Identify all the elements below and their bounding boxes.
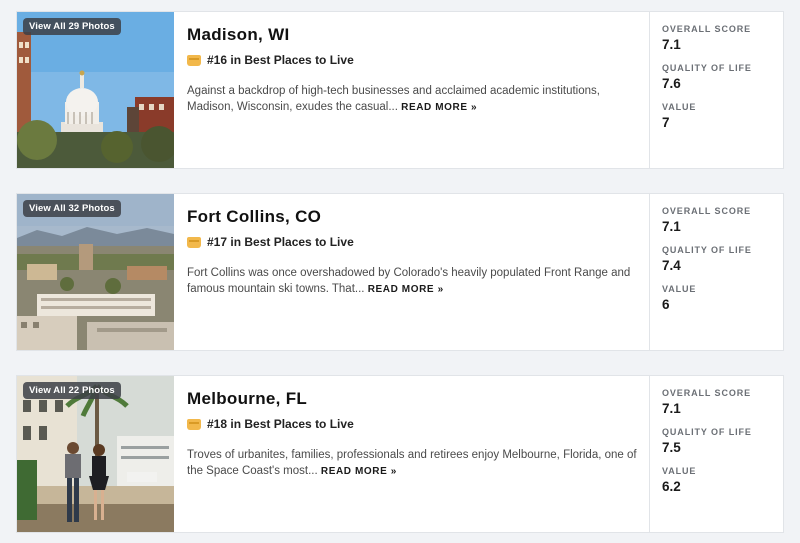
city-description: Against a backdrop of high-tech business… — [187, 83, 637, 116]
view-all-photos-button[interactable]: View All 29 Photos — [23, 18, 121, 35]
view-all-photos-button[interactable]: View All 32 Photos — [23, 200, 121, 217]
ranking: #16 in Best Places to Live — [187, 53, 637, 67]
melbourne-waterfront-photo — [17, 376, 174, 532]
overall-score-label: OVERALL SCORE — [662, 206, 752, 216]
city-details: Fort Collins, CO #17 in Best Places to L… — [174, 194, 650, 350]
value-score-value: 7 — [662, 115, 670, 130]
city-card: View All 29 Photos Madison, WI #16 in Be… — [16, 11, 784, 169]
city-description: Troves of urbanites, families, professio… — [187, 447, 637, 480]
view-all-photos-button[interactable]: View All 22 Photos — [23, 382, 121, 399]
overall-score-value: 7.1 — [662, 37, 681, 52]
medal-icon — [187, 236, 201, 248]
madison-capitol-photo — [17, 12, 174, 168]
value-score-value: 6 — [662, 297, 670, 312]
city-name-link[interactable]: Madison, WI — [187, 25, 637, 45]
quality-of-life-value: 7.5 — [662, 440, 681, 455]
city-details: Madison, WI #16 in Best Places to Live A… — [174, 12, 650, 168]
description-text: Against a backdrop of high-tech business… — [187, 85, 600, 113]
value-label: VALUE — [662, 102, 697, 112]
overall-score-label: OVERALL SCORE — [662, 388, 752, 398]
city-card: View All 22 Photos Melbourne, FL #18 in … — [16, 375, 784, 533]
description-text: Troves of urbanites, families, professio… — [187, 449, 637, 477]
quality-of-life-label: QUALITY OF LIFE — [662, 245, 752, 255]
read-more-link[interactable]: READ MORE » — [321, 466, 397, 477]
value-label: VALUE — [662, 284, 697, 294]
ranking-text: #18 in Best Places to Live — [207, 417, 354, 431]
city-name-link[interactable]: Fort Collins, CO — [187, 207, 637, 227]
city-ranking-list: View All 29 Photos Madison, WI #16 in Be… — [0, 0, 800, 543]
ranking: #18 in Best Places to Live — [187, 417, 637, 431]
ranking: #17 in Best Places to Live — [187, 235, 637, 249]
read-more-link[interactable]: READ MORE » — [401, 102, 477, 113]
city-photo[interactable]: View All 29 Photos — [17, 12, 174, 168]
overall-score-value: 7.1 — [662, 401, 681, 416]
read-more-link[interactable]: READ MORE » — [368, 284, 444, 295]
city-card: View All 32 Photos Fort Collins, CO #17 … — [16, 193, 784, 351]
ranking-text: #17 in Best Places to Live — [207, 235, 354, 249]
fort-collins-skyline-photo — [17, 194, 174, 350]
overall-score-value: 7.1 — [662, 219, 681, 234]
quality-of-life-value: 7.6 — [662, 76, 681, 91]
score-panel: OVERALL SCORE 7.1 QUALITY OF LIFE 7.4 VA… — [650, 194, 783, 350]
quality-of-life-label: QUALITY OF LIFE — [662, 427, 752, 437]
city-description: Fort Collins was once overshadowed by Co… — [187, 265, 637, 298]
medal-icon — [187, 54, 201, 66]
value-label: VALUE — [662, 466, 697, 476]
quality-of-life-label: QUALITY OF LIFE — [662, 63, 752, 73]
overall-score-label: OVERALL SCORE — [662, 24, 752, 34]
value-score-value: 6.2 — [662, 479, 681, 494]
ranking-text: #16 in Best Places to Live — [207, 53, 354, 67]
city-photo[interactable]: View All 32 Photos — [17, 194, 174, 350]
city-name-link[interactable]: Melbourne, FL — [187, 389, 637, 409]
score-panel: OVERALL SCORE 7.1 QUALITY OF LIFE 7.6 VA… — [650, 12, 783, 168]
city-details: Melbourne, FL #18 in Best Places to Live… — [174, 376, 650, 532]
score-panel: OVERALL SCORE 7.1 QUALITY OF LIFE 7.5 VA… — [650, 376, 783, 532]
city-photo[interactable]: View All 22 Photos — [17, 376, 174, 532]
quality-of-life-value: 7.4 — [662, 258, 681, 273]
medal-icon — [187, 418, 201, 430]
